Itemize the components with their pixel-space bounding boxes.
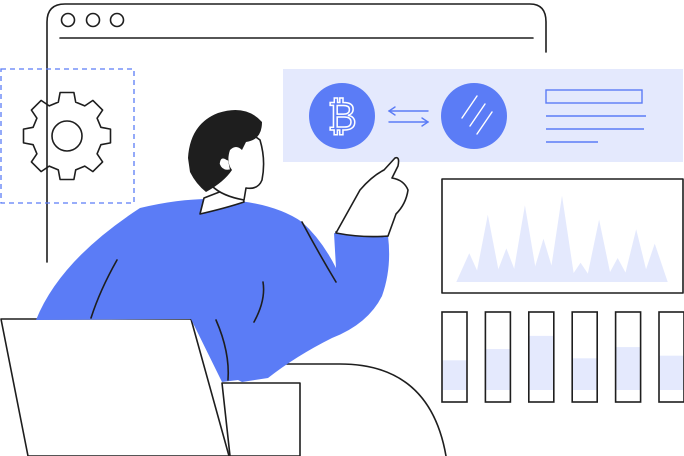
level-bar: [614, 311, 642, 403]
bitcoin-icon: ₿: [309, 83, 375, 149]
window-dot-1: [60, 12, 76, 28]
level-bar: [658, 311, 684, 403]
window-dot-3: [109, 12, 125, 28]
chart-peak: [474, 214, 501, 282]
level-bar-fill: [442, 360, 467, 390]
level-bar: [571, 311, 599, 403]
level-bar-fill: [659, 355, 684, 390]
currency-slash-icon: [441, 83, 507, 149]
level-bar-fill: [615, 347, 641, 390]
level-bar: [484, 311, 512, 403]
chart-peak: [549, 195, 575, 282]
level-bar-fill: [485, 349, 511, 390]
level-bar-fill: [572, 358, 598, 390]
gear-icon: [22, 91, 112, 181]
level-bars: [441, 311, 684, 403]
chart-peak: [641, 243, 668, 282]
exchange-banner: ₿: [283, 69, 683, 162]
pointing-hand: [335, 156, 409, 238]
bitcoin-symbol: ₿: [327, 94, 357, 140]
area-chart: [441, 178, 684, 294]
crypto-exchange-illustration: ₿: [0, 3, 684, 456]
level-bar: [527, 311, 555, 403]
window-dot-2: [85, 12, 101, 28]
chart-series: [456, 195, 668, 282]
settings-panel: [0, 68, 135, 204]
level-bar: [441, 311, 468, 403]
chart-peak: [586, 219, 613, 282]
level-bar-fill: [528, 335, 554, 390]
